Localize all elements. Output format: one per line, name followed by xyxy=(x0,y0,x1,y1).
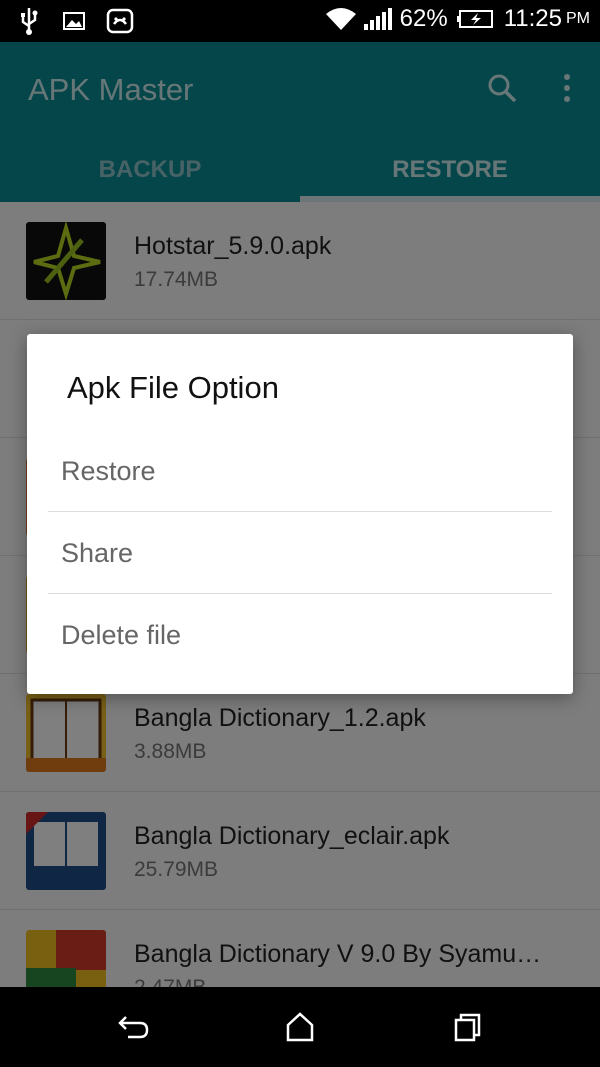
wifi-icon xyxy=(324,4,356,34)
image-icon xyxy=(62,6,92,36)
share-option[interactable]: Share xyxy=(48,512,552,594)
apk-file-option-dialog: Apk File Option Restore Share Delete fil… xyxy=(27,334,573,694)
back-icon[interactable] xyxy=(116,1011,150,1043)
navigation-bar xyxy=(0,987,600,1067)
battery-percent: 62% xyxy=(399,5,448,32)
delete-file-option[interactable]: Delete file xyxy=(48,594,552,676)
clock-ampm: PM xyxy=(566,10,590,27)
usb-icon xyxy=(18,6,48,36)
battery-charging-icon xyxy=(456,4,496,34)
home-icon[interactable] xyxy=(283,1011,317,1043)
clock: 11:25 xyxy=(503,5,562,32)
android-icon xyxy=(106,6,136,36)
restore-option[interactable]: Restore xyxy=(48,430,552,512)
signal-icon xyxy=(362,4,392,34)
dialog-title: Apk File Option xyxy=(67,370,279,405)
recents-icon[interactable] xyxy=(450,1011,484,1043)
status-bar: 62% 11:25 PM xyxy=(0,0,600,42)
